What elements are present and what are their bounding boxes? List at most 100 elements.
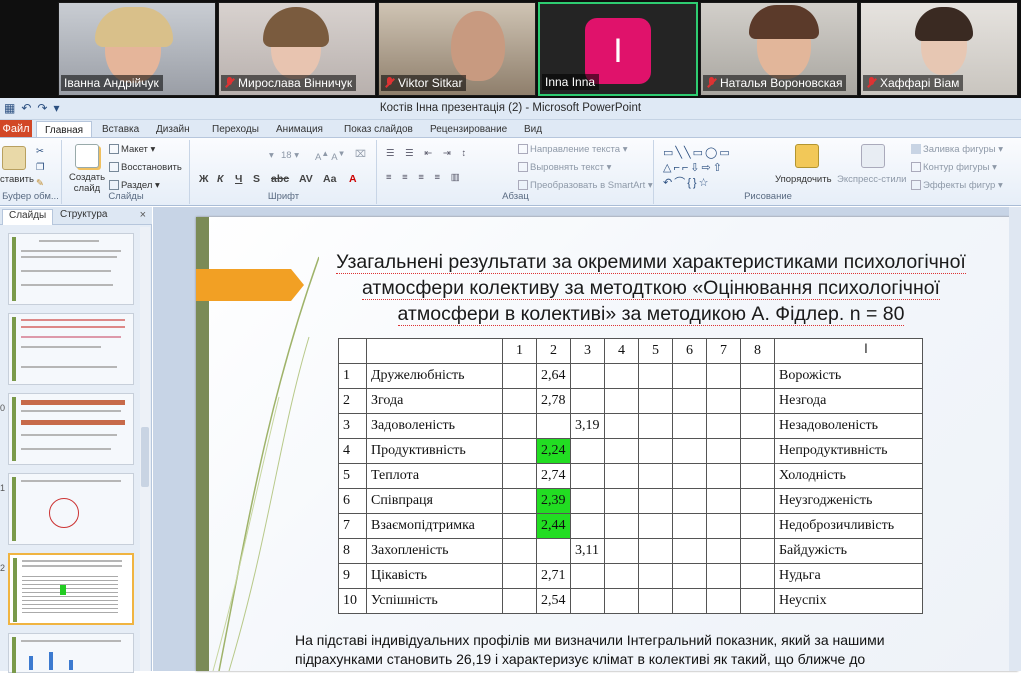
video-tile-1[interactable]: Іванна Андрійчук xyxy=(58,2,216,96)
table-cell: Байдужість xyxy=(774,538,923,564)
window-title-bar: ▦ ↶ ↷ ▾ Костів Інна презентація (2) - Mi… xyxy=(0,98,1021,120)
quick-styles-button[interactable]: Экспресс-стили xyxy=(837,174,906,185)
table-cell xyxy=(570,563,605,589)
slide-thumbnail[interactable] xyxy=(8,233,134,305)
table-cell xyxy=(638,563,673,589)
shapes-gallery[interactable]: ▭╲╲▭◯▭ △⌐⌐⇩⇨⇧ ↶⌒{}☆ xyxy=(663,146,763,191)
close-icon[interactable]: × xyxy=(140,209,146,221)
tab-transitions[interactable]: Переходы xyxy=(212,121,259,138)
bold-icon[interactable]: Ж xyxy=(199,173,209,185)
quick-styles-icon[interactable] xyxy=(861,144,885,168)
header-cell: 1 xyxy=(502,338,537,364)
table-cell xyxy=(536,413,571,439)
video-tile-4[interactable]: I Inna Inna xyxy=(538,2,698,96)
slide-title[interactable]: Узагальнені результати за окремими харак… xyxy=(301,249,1001,327)
panel-scrollbar[interactable] xyxy=(140,227,150,671)
slide-body-text[interactable]: На підставі індивідуальних профілів ми в… xyxy=(295,631,965,669)
video-tile-5[interactable]: Наталья Вороновская xyxy=(700,2,858,96)
tab-review[interactable]: Рецензирование xyxy=(430,121,507,138)
slide-number: 0 xyxy=(0,403,6,413)
tab-insert[interactable]: Вставка xyxy=(102,121,139,138)
table-cell xyxy=(638,413,673,439)
spacing-icon[interactable]: AV xyxy=(299,173,313,185)
tab-design[interactable]: Дизайн xyxy=(156,121,190,138)
results-table[interactable]: 1 2 3 4 5 6 7 8 1 Дружелюбність 2,64 Ворожість 2 Згод… xyxy=(338,338,923,614)
font-name-dropdown[interactable]: ▾ xyxy=(269,150,274,161)
header-cell xyxy=(774,338,923,364)
copy-icon[interactable]: ❐ xyxy=(36,162,45,173)
tab-outline[interactable]: Структура xyxy=(60,209,107,220)
slide-thumbnail[interactable] xyxy=(8,473,134,545)
group-paragraph: ☰ ☰ ⇤ ⇥ ↕ ≡ ≡ ≡ ≡ ▥ Направление текста ▾… xyxy=(378,140,654,204)
align-text-icon xyxy=(518,162,528,173)
slide-canvas[interactable]: Узагальнені результати за окремими харак… xyxy=(196,217,1018,671)
video-tile-2[interactable]: Мирослава Вінничук xyxy=(218,2,376,96)
font-size-dropdown[interactable]: 18 ▾ xyxy=(281,150,299,161)
video-tile-6[interactable]: Хаффарі Віам xyxy=(860,2,1018,96)
italic-icon[interactable]: К xyxy=(217,173,223,185)
table-cell: Непродуктивність xyxy=(774,438,923,464)
table-cell xyxy=(706,438,741,464)
table-cell xyxy=(638,363,673,389)
paste-icon[interactable] xyxy=(2,146,26,170)
section-button[interactable]: Раздел ▾ xyxy=(109,180,160,191)
video-tile-3[interactable]: Viktor Sitkar xyxy=(378,2,536,96)
clear-format-icon[interactable]: ⌧ xyxy=(355,149,366,160)
table-cell xyxy=(672,538,707,564)
shape-outline-button[interactable]: Контур фигуры ▾ xyxy=(911,162,997,173)
align-text-button[interactable]: Выровнять текст ▾ xyxy=(518,162,611,173)
editor-scrollbar[interactable] xyxy=(1009,207,1021,671)
table-row: 4 Продуктивність 2,24 Непродуктивність xyxy=(338,438,923,464)
table-cell xyxy=(706,413,741,439)
tab-view[interactable]: Вид xyxy=(524,121,542,138)
table-cell xyxy=(706,588,741,614)
shape-effects-button[interactable]: Эффекты фигур ▾ xyxy=(911,180,1003,191)
table-cell: 9 xyxy=(338,563,367,589)
slide-thumbnail-selected[interactable] xyxy=(8,553,134,625)
reset-button[interactable]: Восстановить xyxy=(109,162,182,173)
arrange-button[interactable]: Упорядочить xyxy=(775,174,832,185)
table-cell: 2,44 xyxy=(536,513,571,539)
text-direction-button[interactable]: Направление текста ▾ xyxy=(518,144,627,155)
tab-home[interactable]: Главная xyxy=(36,121,93,138)
tab-slideshow[interactable]: Показ слайдов xyxy=(344,121,413,138)
grow-font-icon[interactable]: A▲ A▼ xyxy=(315,149,345,163)
convert-smartart-button[interactable]: Преобразовать в SmartArt ▾ xyxy=(518,180,653,191)
change-case-icon[interactable]: Aa xyxy=(323,173,336,185)
strikethrough-icon[interactable]: abc xyxy=(271,173,289,185)
table-cell: Недоброзичливість xyxy=(774,513,923,539)
tab-animation[interactable]: Анимация xyxy=(276,121,323,138)
table-cell xyxy=(706,513,741,539)
slide-thumbnail[interactable] xyxy=(8,633,134,673)
fill-icon xyxy=(911,144,921,155)
table-cell: Нудьга xyxy=(774,563,923,589)
layout-button[interactable]: Макет ▾ xyxy=(109,144,155,155)
font-color-icon[interactable]: A xyxy=(349,173,357,185)
table-cell xyxy=(706,538,741,564)
cut-icon[interactable]: ✂ xyxy=(36,146,44,157)
paste-button[interactable]: ставить xyxy=(0,174,34,185)
slide-thumbnail[interactable] xyxy=(8,313,134,385)
group-font: ▾ 18 ▾ A▲ A▼ ⌧ Ж К Ч S abc AV Aa A Шрифт xyxy=(191,140,377,204)
group-label: Слайды xyxy=(108,191,144,202)
video-gallery-strip: Іванна Андрійчук Мирослава Вінничук Vikt… xyxy=(0,0,1021,98)
new-slide-icon[interactable] xyxy=(75,144,99,168)
shape-fill-button[interactable]: Заливка фигуры ▾ xyxy=(911,144,1003,155)
arrange-icon[interactable] xyxy=(795,144,819,168)
shadow-icon[interactable]: S xyxy=(253,173,260,185)
format-painter-icon[interactable]: ✎ xyxy=(36,178,44,189)
scroll-thumb[interactable] xyxy=(141,427,149,487)
ribbon-home: ставить ✂ ❐ ✎ Буфер обм... Создать слайд… xyxy=(0,137,1021,206)
table-row: 1 Дружелюбність 2,64 Ворожість xyxy=(338,363,923,389)
table-header-row: 12345678 xyxy=(338,338,923,364)
table-cell: Продуктивність xyxy=(366,438,503,464)
slide-thumbnail[interactable] xyxy=(8,393,134,465)
table-cell: Цікавість xyxy=(366,563,503,589)
underline-icon[interactable]: Ч xyxy=(235,173,242,185)
table-cell xyxy=(570,513,605,539)
list-icons[interactable]: ☰ ☰ ⇤ ⇥ ↕ xyxy=(386,148,470,159)
tab-file[interactable]: Файл xyxy=(0,120,32,138)
align-icons[interactable]: ≡ ≡ ≡ ≡ ▥ xyxy=(386,172,464,183)
tab-slides[interactable]: Слайды xyxy=(2,209,54,225)
outline-icon xyxy=(911,162,921,173)
